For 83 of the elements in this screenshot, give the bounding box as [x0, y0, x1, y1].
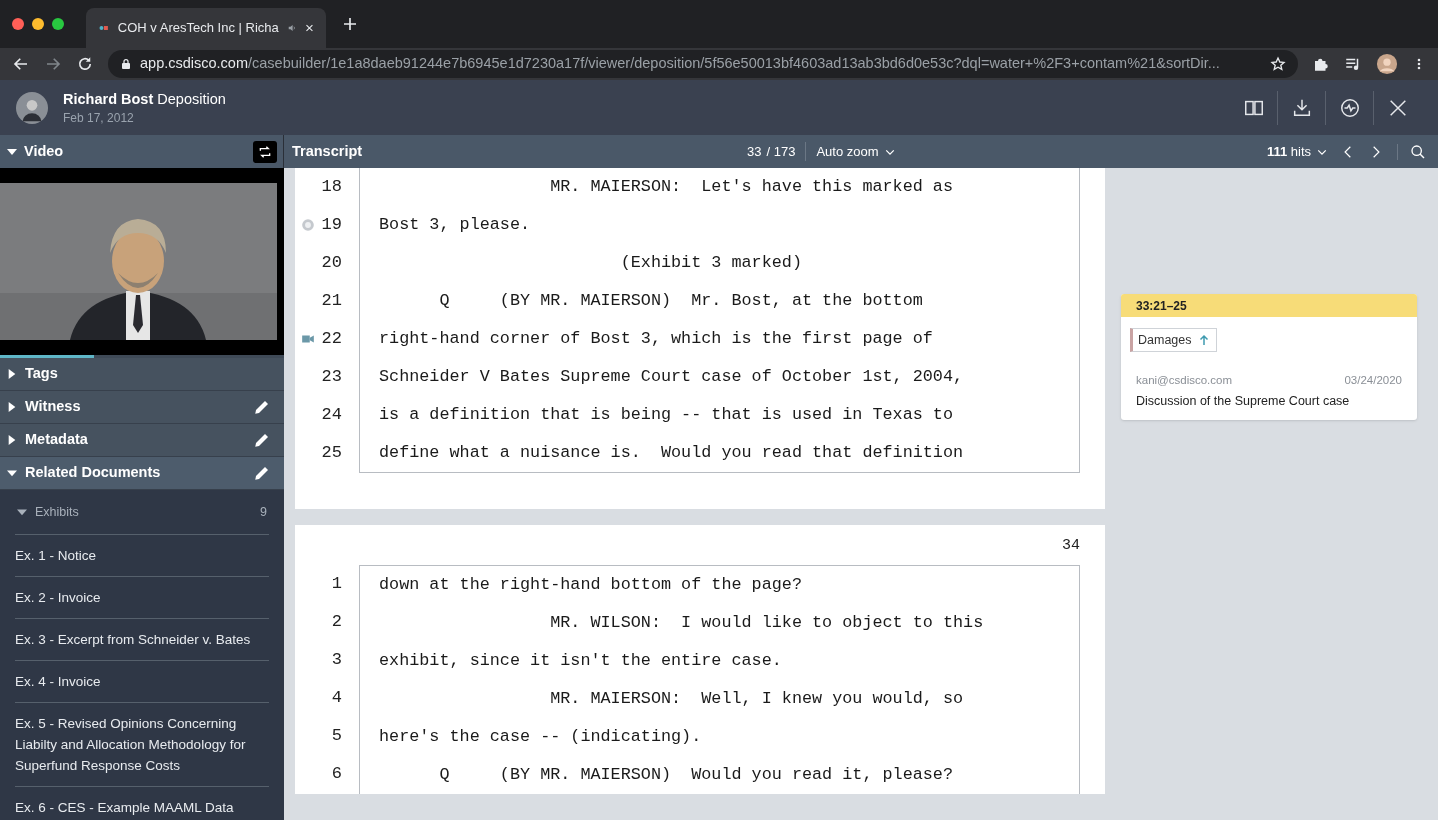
url-text: app.csdisco.com/casebuilder/1e1a8daeb91244e7b6945e1d7230a17f/viewer/deposition/5f56e50013bf4603ad13ab3bd6d0e53c?dql=water+%2F3+contam%21&sortDir... [140, 54, 1221, 74]
hits-dropdown[interactable]: 111 hits [1266, 141, 1327, 162]
line-range: 33:21–25 [1121, 294, 1417, 317]
tag-chip[interactable]: Damages [1130, 328, 1217, 353]
transcript-line: (Exhibit 3 marked) [619, 252, 802, 275]
caret-down-icon[interactable] [17, 507, 27, 517]
line-number: 4 [331, 687, 342, 710]
pencil-icon[interactable] [253, 431, 271, 449]
repeat-icon [257, 143, 273, 160]
new-tab-icon[interactable] [342, 16, 358, 32]
transcript-line: Bost 3, please. [379, 214, 531, 237]
transcript-line: exhibit, since it isn't the entire case. [379, 650, 782, 673]
section-header[interactable]: Witness [7, 396, 81, 418]
zoom-window-button[interactable] [52, 18, 64, 30]
activity-icon[interactable] [1338, 96, 1361, 119]
line-number: 1 [331, 573, 342, 596]
toolbar-title: Transcript [292, 141, 363, 161]
transcript-line: MR. MAIERSON: Well, I knew you would, so [549, 688, 964, 711]
circle-marker-icon[interactable] [301, 218, 315, 232]
transcript-line: Q (BY MR. MAIERSON) Mr. Bost, at the bottom [438, 290, 923, 313]
line-number: 6 [331, 763, 342, 786]
exhibit-link[interactable]: Ex. 1 - Notice [15, 545, 97, 566]
panel-title: Video [24, 141, 64, 161]
page-total: / 173 [766, 141, 807, 162]
minimize-window-button[interactable] [32, 18, 44, 30]
exhibit-link[interactable]: Ex. 6 - CES - Example MAAML Data [15, 797, 234, 818]
transcript-line: Q (BY MR. MAIERSON) Would you read it, please? [438, 764, 953, 787]
transcript-line: here's the case -- (indicating). [379, 726, 702, 749]
transcript-line: Schneider V Bates Supreme Court case of October 1st, 2004, [379, 366, 964, 389]
caret-right-icon [7, 434, 17, 446]
exhibit-link[interactable]: Ex. 2 - Invoice [15, 587, 101, 608]
exhibit-link[interactable]: Ex. 5 - Revised Opinions Concerning Liabilty and Allocation Methodology for Superfund Response Costs [15, 713, 269, 776]
close-window-button[interactable] [12, 18, 24, 30]
person-avatar-icon [16, 91, 48, 124]
deposition-date: Feb 17, 2012 [63, 109, 135, 127]
close-icon[interactable] [305, 22, 314, 34]
line-number: 24 [321, 404, 342, 427]
line-number: 3 [331, 649, 342, 672]
line-number: 25 [321, 442, 342, 465]
transcript-line: MR. WILSON: I would like to object to this [549, 612, 984, 635]
back-icon[interactable] [12, 55, 30, 73]
line-number: 23 [321, 366, 342, 389]
section-header[interactable]: Metadata [7, 429, 88, 451]
loop-button[interactable] [253, 140, 277, 163]
address-bar[interactable]: app.csdisco.com/casebuilder/1e1a8daeb91244e7b6945e1d7230a17f/viewer/deposition/5f56e50013bf4603ad13ab3bd6d0e53c?dql=water+%2F3+contam%21&sortDir... [108, 50, 1298, 78]
transcript-line: MR. MAIERSON: Let's have this marked as [549, 176, 953, 199]
group-label: Exhibits [35, 503, 79, 521]
deposition-title: Richard Bost Deposition [63, 89, 226, 109]
line-number: 21 [321, 290, 342, 313]
line-number: 18 [321, 176, 342, 199]
lock-icon [120, 57, 132, 71]
exhibit-link[interactable]: Ex. 4 - Invoice [15, 671, 101, 692]
caret-right-icon [7, 401, 17, 413]
comment-date: 03/24/2020 [1344, 373, 1402, 389]
page-number: 34 [1062, 536, 1080, 556]
line-number: 19 [321, 214, 342, 237]
browser-tab[interactable]: COH v AresTech Inc | Richa [86, 8, 326, 48]
line-number: 5 [331, 725, 342, 748]
line-number: 2 [331, 611, 342, 634]
transcript-line: is a definition that is being -- that is used in Texas to [379, 404, 953, 427]
reload-icon[interactable] [76, 55, 94, 73]
star-icon[interactable] [1270, 56, 1286, 72]
transcript-line: define what a nuisance is. Would you read that definition [379, 442, 964, 465]
exhibit-link[interactable]: Ex. 3 - Excerpt from Schneider v. Bates [15, 629, 251, 650]
page-field[interactable]: 33 [747, 141, 762, 162]
count-label: 9 [260, 503, 268, 521]
pencil-icon[interactable] [253, 398, 271, 416]
annotation-card[interactable]: 33:21–25 Damages kani@csdisco.com 03/24/2020 Discussion of the Supreme Court case [1121, 294, 1417, 421]
pencil-icon[interactable] [253, 464, 271, 482]
line-number: 22 [321, 328, 342, 351]
caret-right-icon [7, 368, 17, 380]
comment-text: Discussion of the Supreme Court case [1135, 392, 1351, 410]
search-icon[interactable] [1410, 143, 1426, 160]
avatar-icon[interactable] [1376, 53, 1398, 75]
transcript-line: down at the right-hand bottom of the page? [379, 574, 802, 597]
line-number: 20 [321, 252, 342, 275]
zoom-dropdown[interactable]: Auto zoom [816, 141, 895, 162]
author-email: kani@csdisco.com [1136, 373, 1233, 389]
forward-icon[interactable] [44, 55, 62, 73]
arrow-up-icon [1197, 334, 1210, 347]
section-header[interactable]: Tags [7, 363, 58, 385]
transcript-line: right-hand corner of Bost 3, which is the first page of [379, 328, 933, 351]
tab-title: COH v AresTech Inc | Richa [117, 19, 279, 38]
